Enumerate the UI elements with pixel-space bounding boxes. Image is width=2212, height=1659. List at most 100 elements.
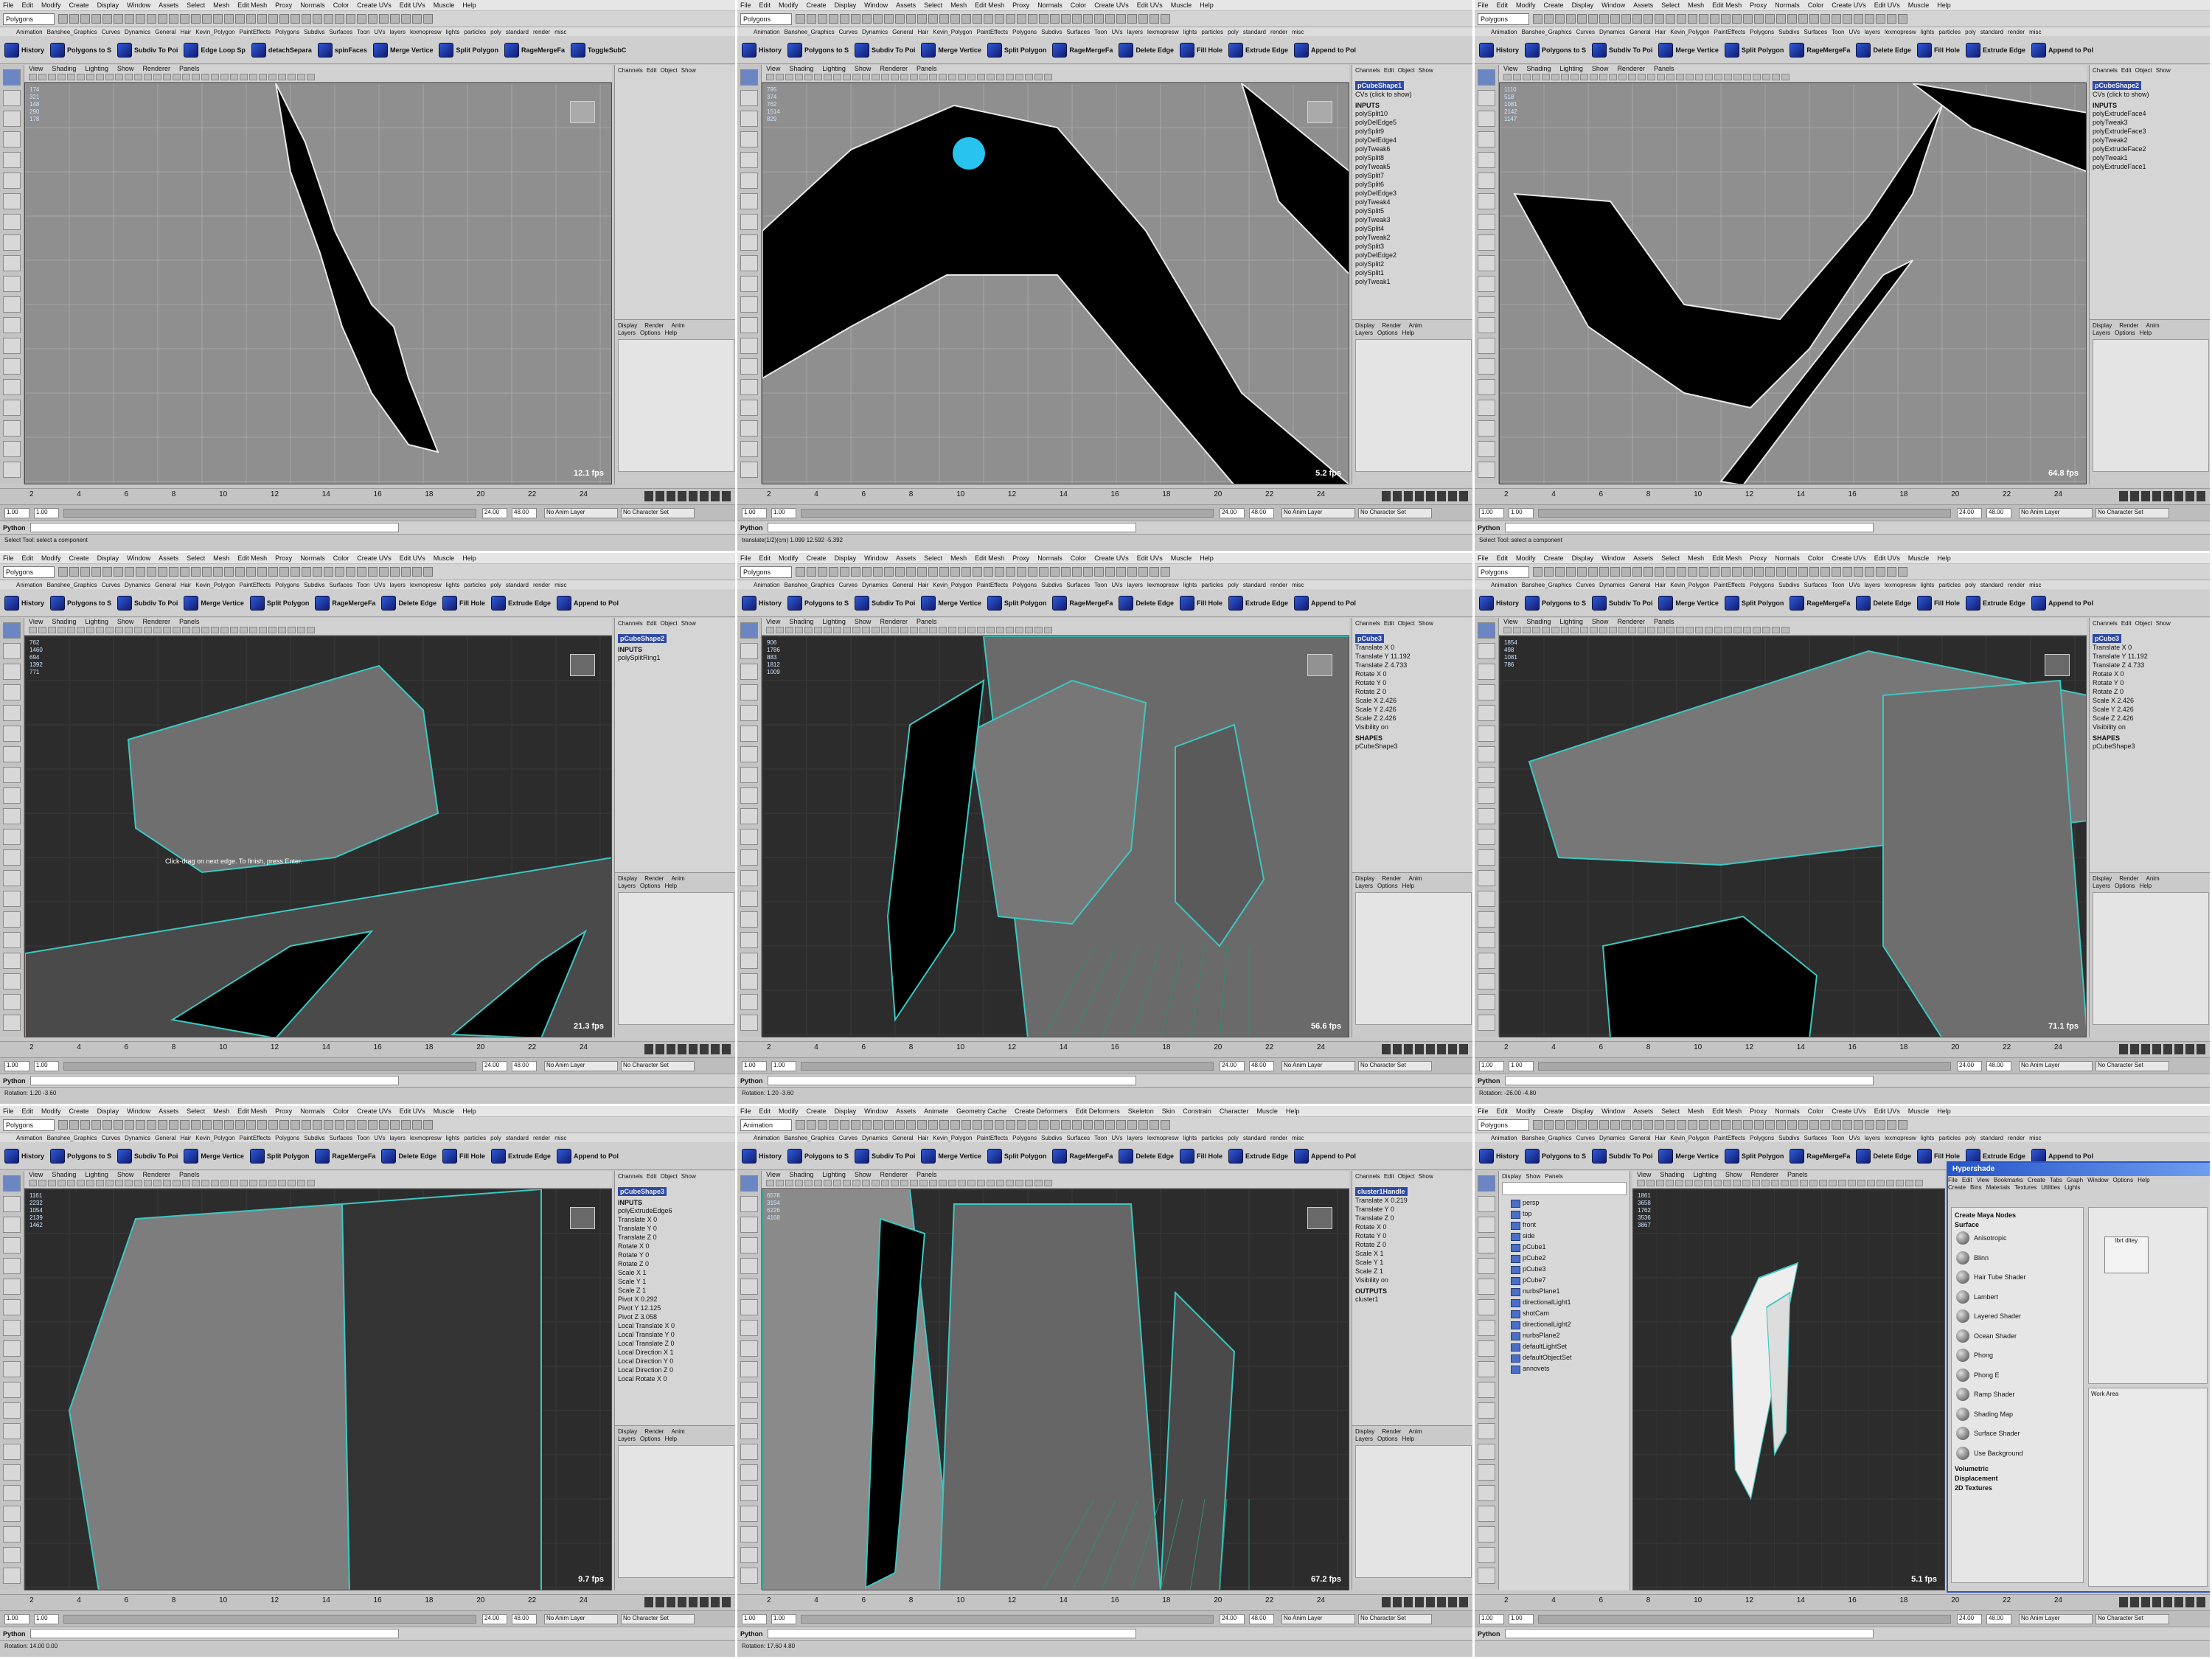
viewport-3d[interactable]: 174 321 148 290 178 12.1 fps	[24, 83, 612, 484]
status-tool-icon[interactable]	[1610, 14, 1620, 24]
viewport-icon[interactable]	[1015, 1180, 1023, 1186]
mode-select[interactable]: Polygons	[1478, 13, 1529, 25]
viewport-icon[interactable]	[1695, 74, 1703, 80]
shelf-tab[interactable]: misc	[1292, 29, 1304, 35]
channel-attribute[interactable]: Pivot X 0.292	[618, 1295, 734, 1304]
viewport-icon[interactable]	[1896, 1180, 1904, 1186]
tool-icon[interactable]	[3, 787, 21, 804]
range-end-field[interactable]: 24.00	[1220, 1613, 1245, 1624]
status-tool-icon[interactable]	[1666, 1120, 1675, 1130]
shelf-button[interactable]: Delete Edge	[1119, 1148, 1174, 1164]
shelf-tab[interactable]: Banshee_Graphics	[1522, 29, 1572, 35]
menu-item[interactable]: Muscle	[1256, 1107, 1278, 1115]
viewport-icon[interactable]	[1628, 627, 1636, 633]
status-tool-icon[interactable]	[191, 14, 201, 24]
playback-button-icon[interactable]	[2185, 1044, 2194, 1054]
layer-list[interactable]	[2093, 339, 2209, 472]
tool-icon[interactable]	[3, 1258, 21, 1274]
tool-icon[interactable]	[1478, 994, 1495, 1010]
tool-icon[interactable]	[1478, 1015, 1495, 1031]
shelf-button[interactable]: Merge Vertice	[921, 595, 981, 611]
status-tool-icon[interactable]	[928, 1120, 938, 1130]
tool-icon[interactable]	[1478, 69, 1495, 86]
menu-item[interactable]: Window	[1601, 554, 1625, 562]
viewport-menu-item[interactable]: Show	[117, 618, 134, 625]
tool-icon[interactable]	[3, 932, 21, 948]
character-set-select[interactable]: No Character Set	[621, 1613, 695, 1624]
status-tool-icon[interactable]	[796, 1120, 805, 1130]
status-tool-icon[interactable]	[390, 14, 400, 24]
menu-item[interactable]: Select	[924, 1, 942, 9]
status-tool-icon[interactable]	[1050, 567, 1060, 577]
layer-mode-radio[interactable]: Anim	[671, 875, 684, 882]
status-tool-icon[interactable]	[1588, 567, 1598, 577]
shelf-tab[interactable]: Polygons	[1012, 1135, 1037, 1141]
status-tool-icon[interactable]	[950, 567, 960, 577]
status-tool-icon[interactable]	[357, 567, 366, 577]
view-cube-icon[interactable]	[2045, 654, 2070, 676]
shelf-button[interactable]: History	[1479, 595, 1519, 611]
viewport-icon[interactable]	[1580, 627, 1588, 633]
menu-item[interactable]: Edit Mesh	[1712, 554, 1742, 562]
channel-box-tab[interactable]: Object	[2135, 67, 2152, 74]
command-input[interactable]	[767, 1629, 1136, 1638]
status-tool-icon[interactable]	[1116, 1120, 1126, 1130]
channel-attribute[interactable]: polyTweak3	[1355, 215, 1472, 224]
shelf-tab[interactable]: UVs	[1848, 29, 1860, 35]
menu-item[interactable]: Edit Mesh	[975, 554, 1004, 562]
channel-attribute[interactable]: Translate Y 11.192	[2093, 652, 2209, 661]
tool-icon[interactable]	[3, 891, 21, 907]
menu-item[interactable]: Mesh	[213, 1, 229, 9]
menu-item[interactable]: Muscle	[434, 1, 455, 9]
layer-list[interactable]	[2093, 892, 2209, 1025]
viewport-icon[interactable]	[977, 627, 985, 633]
viewport-menu-item[interactable]: Renderer	[142, 1171, 170, 1178]
range-end-field[interactable]: 24.00	[1220, 1060, 1245, 1071]
status-tool-icon[interactable]	[1566, 567, 1576, 577]
viewport-icon[interactable]	[967, 1180, 975, 1186]
shelf-button[interactable]: Extrude Edge	[1965, 42, 2025, 58]
status-tool-icon[interactable]	[917, 1120, 927, 1130]
shelf-tab[interactable]: Dynamics	[125, 582, 150, 588]
viewport-icon[interactable]	[1542, 74, 1550, 80]
channel-attribute[interactable]: polyTweak2	[2093, 136, 2209, 145]
menu-item[interactable]: File	[740, 1, 751, 9]
menu-item[interactable]: Create UVs	[357, 1107, 392, 1115]
shelf-tab[interactable]: render	[2008, 1135, 2025, 1141]
outliner-item[interactable]: defaultObjectSet	[1502, 1352, 1627, 1363]
menu-item[interactable]: Edit Deformers	[1076, 1107, 1120, 1115]
shelf-button[interactable]: Merge Vertice	[184, 595, 244, 611]
viewport-menu-item[interactable]: Lighting	[85, 1171, 108, 1178]
channel-box-object[interactable]: cluster1Handle	[1355, 1187, 1408, 1196]
viewport-icon[interactable]	[1705, 74, 1713, 80]
status-tool-icon[interactable]	[1577, 14, 1587, 24]
tool-icon[interactable]	[740, 1175, 758, 1192]
channel-attribute[interactable]: Visibility on	[2093, 723, 2209, 731]
channel-attribute[interactable]: Rotate Y 0	[618, 1251, 734, 1259]
status-tool-icon[interactable]	[1072, 567, 1082, 577]
channel-attribute[interactable]: Rotate Z 0	[1355, 687, 1472, 696]
tool-icon[interactable]	[740, 317, 758, 333]
viewport-icon[interactable]	[852, 74, 860, 80]
status-tool-icon[interactable]	[346, 1120, 355, 1130]
viewport-icon[interactable]	[987, 74, 995, 80]
viewport-icon[interactable]	[1867, 1180, 1875, 1186]
viewport-icon[interactable]	[1704, 1180, 1712, 1186]
status-tool-icon[interactable]	[379, 567, 389, 577]
tool-icon[interactable]	[1478, 705, 1495, 721]
status-tool-icon[interactable]	[1544, 14, 1554, 24]
shelf-button[interactable]: RageMergeFa	[1052, 42, 1113, 58]
shader-node[interactable]: Phong E	[1955, 1366, 2080, 1385]
shelf-tab[interactable]: lexmopresw	[1885, 582, 1916, 588]
status-tool-icon[interactable]	[1138, 14, 1148, 24]
status-tool-icon[interactable]	[313, 567, 322, 577]
menu-item[interactable]: Display	[97, 1, 119, 9]
outliner-item[interactable]: pCube3	[1502, 1264, 1627, 1275]
viewport-icon[interactable]	[833, 1180, 841, 1186]
tool-icon[interactable]	[1478, 234, 1495, 251]
shelf-tab[interactable]: misc	[2029, 1135, 2041, 1141]
viewport-icon[interactable]	[1800, 1180, 1808, 1186]
shelf-button[interactable]: Delete Edge	[1119, 595, 1174, 611]
status-tool-icon[interactable]	[401, 567, 411, 577]
menu-item[interactable]: File	[3, 554, 14, 562]
